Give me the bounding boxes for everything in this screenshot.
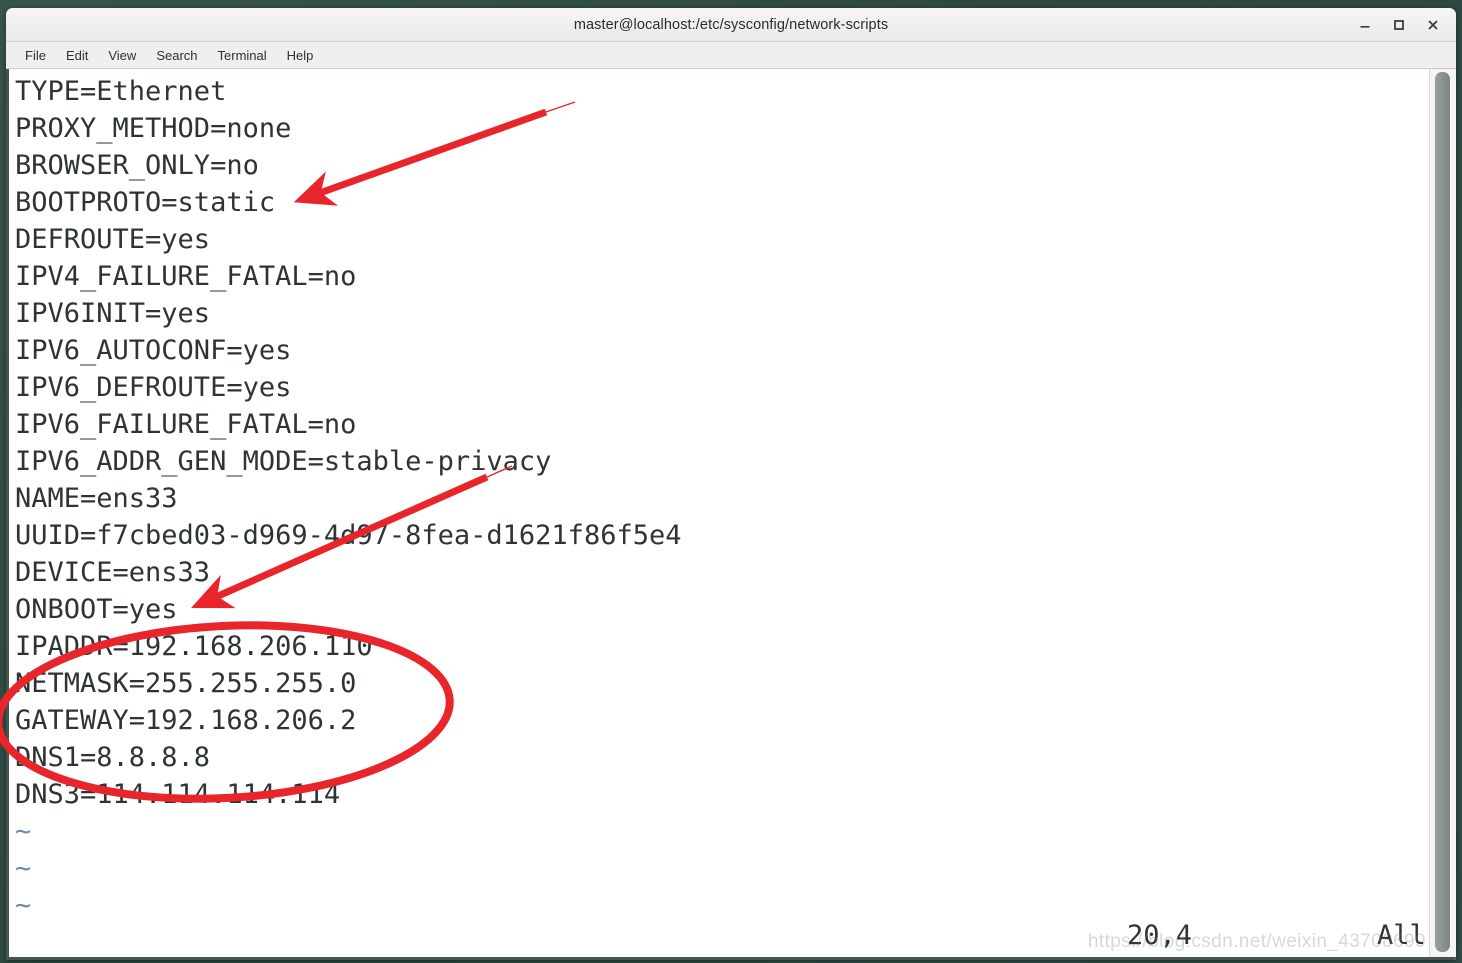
menu-item-help[interactable]: Help — [278, 46, 323, 65]
window-controls — [1356, 8, 1448, 41]
minimize-icon[interactable] — [1356, 16, 1374, 34]
menu-item-edit[interactable]: Edit — [57, 46, 97, 65]
cursor-position: 20,4 — [1127, 919, 1193, 951]
desktop-background: master@localhost:/etc/sysconfig/network-… — [0, 0, 1462, 963]
editor-line: BOOTPROTO=static — [15, 187, 276, 218]
maximize-icon[interactable] — [1390, 16, 1408, 34]
scroll-indicator: All — [1377, 919, 1426, 951]
editor-line: DNS1=8.8.8.8 — [15, 742, 211, 773]
menu-item-view[interactable]: View — [99, 46, 145, 65]
empty-line-marker: ~ — [15, 816, 32, 847]
empty-line-marker: ~ — [15, 853, 32, 884]
window-titlebar[interactable]: master@localhost:/etc/sysconfig/network-… — [6, 8, 1456, 42]
editor-line: IPV6_FAILURE_FATAL=no — [15, 409, 357, 440]
editor-line: DNS3=114.114.114.114 — [15, 779, 341, 810]
editor-line: PROXY_METHOD=none — [15, 113, 292, 144]
terminal-scrollbar[interactable] — [1429, 69, 1456, 957]
editor-line: NAME=ens33 — [15, 483, 178, 514]
editor-line: IPV6_DEFROUTE=yes — [15, 372, 292, 403]
window-title: master@localhost:/etc/sysconfig/network-… — [573, 16, 889, 33]
editor-line: IPV6_ADDR_GEN_MODE=stable-privacy — [15, 446, 552, 477]
editor-line: IPADDR=192.168.206.110 — [15, 631, 373, 662]
terminal-window: master@localhost:/etc/sysconfig/network-… — [6, 8, 1456, 960]
menu-item-search[interactable]: Search — [147, 46, 206, 65]
editor-line: DEVICE=ens33 — [15, 557, 211, 588]
vim-editor-text[interactable]: TYPE=Ethernet PROXY_METHOD=none BROWSER_… — [9, 69, 1429, 957]
editor-line: IPV6_AUTOCONF=yes — [15, 335, 292, 366]
terminal-area[interactable]: TYPE=Ethernet PROXY_METHOD=none BROWSER_… — [6, 69, 1456, 960]
menu-item-terminal[interactable]: Terminal — [209, 46, 276, 65]
editor-line: BROWSER_ONLY=no — [15, 150, 259, 181]
editor-line: NETMASK=255.255.255.0 — [15, 668, 357, 699]
scrollbar-thumb[interactable] — [1435, 72, 1450, 952]
vim-status-line: 20,4 All — [9, 915, 1429, 955]
editor-line: UUID=f7cbed03-d969-4d97-8fea-d1621f86f5e… — [15, 520, 682, 551]
editor-line: GATEWAY=192.168.206.2 — [15, 705, 357, 736]
editor-line: TYPE=Ethernet — [15, 76, 227, 107]
editor-line: DEFROUTE=yes — [15, 224, 211, 255]
editor-line: ONBOOT=yes — [15, 594, 178, 625]
menu-item-file[interactable]: File — [16, 46, 55, 65]
editor-line: IPV6INIT=yes — [15, 298, 211, 329]
editor-line: IPV4_FAILURE_FATAL=no — [15, 261, 357, 292]
menu-bar: File Edit View Search Terminal Help — [6, 42, 1456, 69]
close-icon[interactable] — [1424, 16, 1442, 34]
